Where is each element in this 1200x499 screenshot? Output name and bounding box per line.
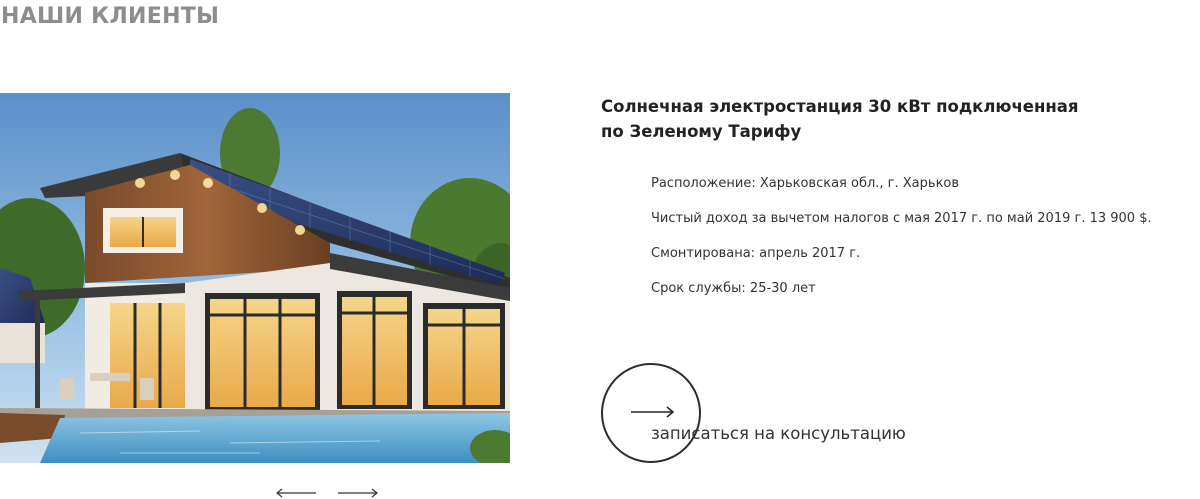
project-title-line-1: Солнечная электростанция 30 кВт подключе… [601,97,1079,116]
arrow-left-icon[interactable] [275,486,317,499]
carousel-nav [275,486,379,499]
project-title-line-2: по Зеленому Тарифу [601,122,802,141]
cta-label: записаться на консультацию [651,424,906,443]
project-title: Солнечная электростанция 30 кВт подключе… [601,94,1121,144]
project-details: Расположение: Харьковская обл., г. Харьк… [651,175,1152,315]
project-photo [0,93,510,463]
section-title: НАШИ КЛИЕНТЫ [1,4,220,29]
clients-section: НАШИ КЛИЕНТЫ Солнечная электростанция 30… [0,0,1200,499]
arrow-right-icon[interactable] [337,486,379,499]
detail-service-life: Срок службы: 25-30 лет [651,281,816,296]
detail-income: Чистый доход за вычетом налогов с мая 20… [651,211,1152,226]
detail-installed: Смонтирована: апрель 2017 г. [651,246,861,261]
detail-location: Расположение: Харьковская обл., г. Харьк… [651,176,960,191]
consultation-button[interactable]: записаться на консультацию [601,363,941,463]
arrow-right-icon [631,406,675,418]
